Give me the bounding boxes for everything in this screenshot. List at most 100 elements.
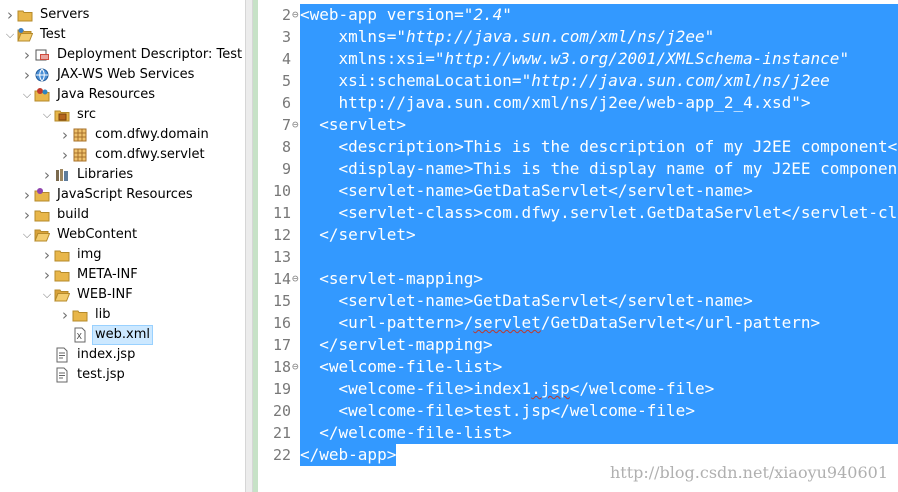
folder-icon bbox=[54, 247, 70, 263]
tree-item-label: Test bbox=[40, 27, 66, 42]
code-line[interactable]: <welcome-file>index1.jsp</welcome-file> bbox=[300, 378, 898, 400]
tree-item-label: img bbox=[77, 247, 102, 262]
tree-item[interactable]: › Servers bbox=[3, 5, 91, 25]
tree-item-label: web.xml bbox=[92, 325, 153, 345]
code-line[interactable]: </servlet-mapping> bbox=[300, 334, 898, 356]
line-number: 10 bbox=[272, 182, 291, 200]
code-line[interactable]: http://java.sun.com/xml/ns/j2ee/web-app_… bbox=[300, 92, 898, 114]
javascript-resources-icon bbox=[34, 187, 50, 203]
chevron-right-icon[interactable]: › bbox=[20, 45, 34, 65]
project-icon bbox=[17, 27, 33, 43]
tree-item-label: JavaScript Resources bbox=[57, 187, 193, 202]
line-number: 4 bbox=[281, 50, 291, 68]
chevron-right-icon[interactable]: › bbox=[40, 265, 54, 285]
line-number: 3 bbox=[281, 28, 291, 46]
line-number: 15 bbox=[272, 292, 291, 310]
code-line[interactable]: <servlet> bbox=[300, 114, 898, 136]
chevron-down-icon[interactable]: ⌵ bbox=[20, 85, 34, 105]
xml-editor[interactable]: 2 ⊖ <web-app version="2.4" 3 xmlns="http://… bbox=[263, 0, 898, 492]
tree-item-label: test.jsp bbox=[77, 367, 125, 382]
tree-item[interactable]: › com.dfwy.domain bbox=[58, 125, 211, 145]
quick-diff-bar bbox=[253, 0, 258, 492]
tree-item-label: Deployment Descriptor: Test bbox=[57, 47, 243, 62]
chevron-right-icon[interactable]: › bbox=[20, 65, 34, 85]
code-line[interactable]: <servlet-name>GetDataServlet</servlet-na… bbox=[300, 290, 898, 312]
line-number: 13 bbox=[272, 248, 291, 266]
code-line[interactable]: xsi:schemaLocation="http://java.sun.com/… bbox=[300, 70, 898, 92]
line-number: 7 bbox=[281, 116, 291, 134]
code-line[interactable]: </web-app> bbox=[300, 444, 397, 466]
tree-item[interactable]: ⌵ WEB-INF bbox=[40, 285, 135, 305]
chevron-right-icon[interactable]: › bbox=[20, 205, 34, 225]
code-line[interactable]: <servlet-mapping> bbox=[300, 268, 898, 290]
code-line[interactable]: <description>This is the description of … bbox=[300, 136, 898, 158]
tree-item[interactable]: ⌵ src bbox=[40, 105, 98, 125]
chevron-right-icon[interactable]: › bbox=[3, 5, 17, 25]
tree-item[interactable]: ⌵ Test bbox=[3, 25, 68, 45]
chevron-right-icon[interactable]: › bbox=[58, 305, 72, 325]
chevron-down-icon[interactable]: ⌵ bbox=[40, 105, 54, 125]
code-line[interactable]: <servlet-name>GetDataServlet</servlet-na… bbox=[300, 180, 898, 202]
tree-item[interactable]: › JavaScript Resources bbox=[20, 185, 195, 205]
line-number: 19 bbox=[272, 380, 291, 398]
code-line[interactable]: <url-pattern>/servlet/GetDataServlet</ur… bbox=[300, 312, 898, 334]
folder-open-icon bbox=[54, 287, 70, 303]
chevron-right-icon[interactable]: › bbox=[40, 245, 54, 265]
tree-item-label: build bbox=[57, 207, 89, 222]
line-number: 14 bbox=[272, 270, 291, 288]
source-folder-icon bbox=[54, 107, 70, 123]
line-number: 22 bbox=[272, 446, 291, 464]
tree-item[interactable]: › lib bbox=[58, 305, 112, 325]
tree-item[interactable]: test.jsp bbox=[40, 365, 127, 385]
chevron-right-icon[interactable]: › bbox=[58, 145, 72, 165]
tree-item[interactable]: › Libraries bbox=[40, 165, 135, 185]
tree-item[interactable]: ⌵ Java Resources bbox=[20, 85, 157, 105]
chevron-down-icon[interactable]: ⌵ bbox=[40, 285, 54, 305]
view-sash[interactable] bbox=[245, 0, 253, 492]
tree-item[interactable]: › JAX-WS Web Services bbox=[20, 65, 196, 85]
code-line[interactable]: <servlet-class>com.dfwy.servlet.GetDataS… bbox=[300, 202, 898, 224]
tree-item[interactable]: index.jsp bbox=[40, 345, 137, 365]
tree-item[interactable]: › img bbox=[40, 245, 104, 265]
line-number: 12 bbox=[272, 226, 291, 244]
tree-item-label: WEB-INF bbox=[77, 287, 133, 302]
web-services-icon bbox=[34, 67, 50, 83]
tree-item-label: Servers bbox=[40, 7, 90, 22]
java-resources-icon bbox=[34, 87, 50, 103]
line-number: 20 bbox=[272, 402, 291, 420]
code-line[interactable]: <display-name>This is the display name o… bbox=[300, 158, 898, 180]
tree-item[interactable]: › build bbox=[20, 205, 91, 225]
tree-item-label: index.jsp bbox=[77, 347, 136, 362]
tree-item-label: WebContent bbox=[57, 227, 138, 242]
folder-icon bbox=[54, 267, 70, 283]
jsp-file-icon bbox=[54, 367, 70, 383]
tree-item-label: JAX-WS Web Services bbox=[57, 67, 195, 82]
chevron-down-icon[interactable]: ⌵ bbox=[3, 25, 17, 45]
tree-item[interactable]: › com.dfwy.servlet bbox=[58, 145, 207, 165]
code-line[interactable]: </welcome-file-list> bbox=[300, 422, 898, 444]
code-line[interactable]: xmlns="http://java.sun.com/xml/ns/j2ee" bbox=[300, 26, 898, 48]
tree-item[interactable]: › META-INF bbox=[40, 265, 140, 285]
chevron-right-icon[interactable]: › bbox=[40, 165, 54, 185]
line-number: 9 bbox=[281, 160, 291, 178]
code-line[interactable]: <welcome-file-list> bbox=[300, 356, 898, 378]
tree-item[interactable]: ⌵ WebContent bbox=[20, 225, 139, 245]
chevron-down-icon[interactable]: ⌵ bbox=[20, 225, 34, 245]
code-line[interactable] bbox=[300, 246, 898, 268]
package-icon bbox=[72, 127, 88, 143]
tree-item[interactable]: › Deployment Descriptor: Test bbox=[20, 45, 244, 65]
code-line[interactable]: </servlet> bbox=[300, 224, 898, 246]
line-number: 2 bbox=[281, 6, 291, 24]
code-line[interactable]: xmlns:xsi="http://www.w3.org/2001/XMLSch… bbox=[300, 48, 898, 70]
code-line[interactable]: <web-app version="2.4" bbox=[300, 4, 898, 26]
folder-icon bbox=[17, 7, 33, 23]
code-line[interactable]: <welcome-file>test.jsp</welcome-file> bbox=[300, 400, 898, 422]
svg-text:X: X bbox=[77, 332, 83, 341]
chevron-right-icon[interactable]: › bbox=[20, 185, 34, 205]
tree-item-label: lib bbox=[95, 307, 111, 322]
chevron-right-icon[interactable]: › bbox=[58, 125, 72, 145]
deployment-descriptor-icon bbox=[34, 47, 50, 63]
tree-item[interactable]: Xweb.xml bbox=[58, 325, 153, 345]
